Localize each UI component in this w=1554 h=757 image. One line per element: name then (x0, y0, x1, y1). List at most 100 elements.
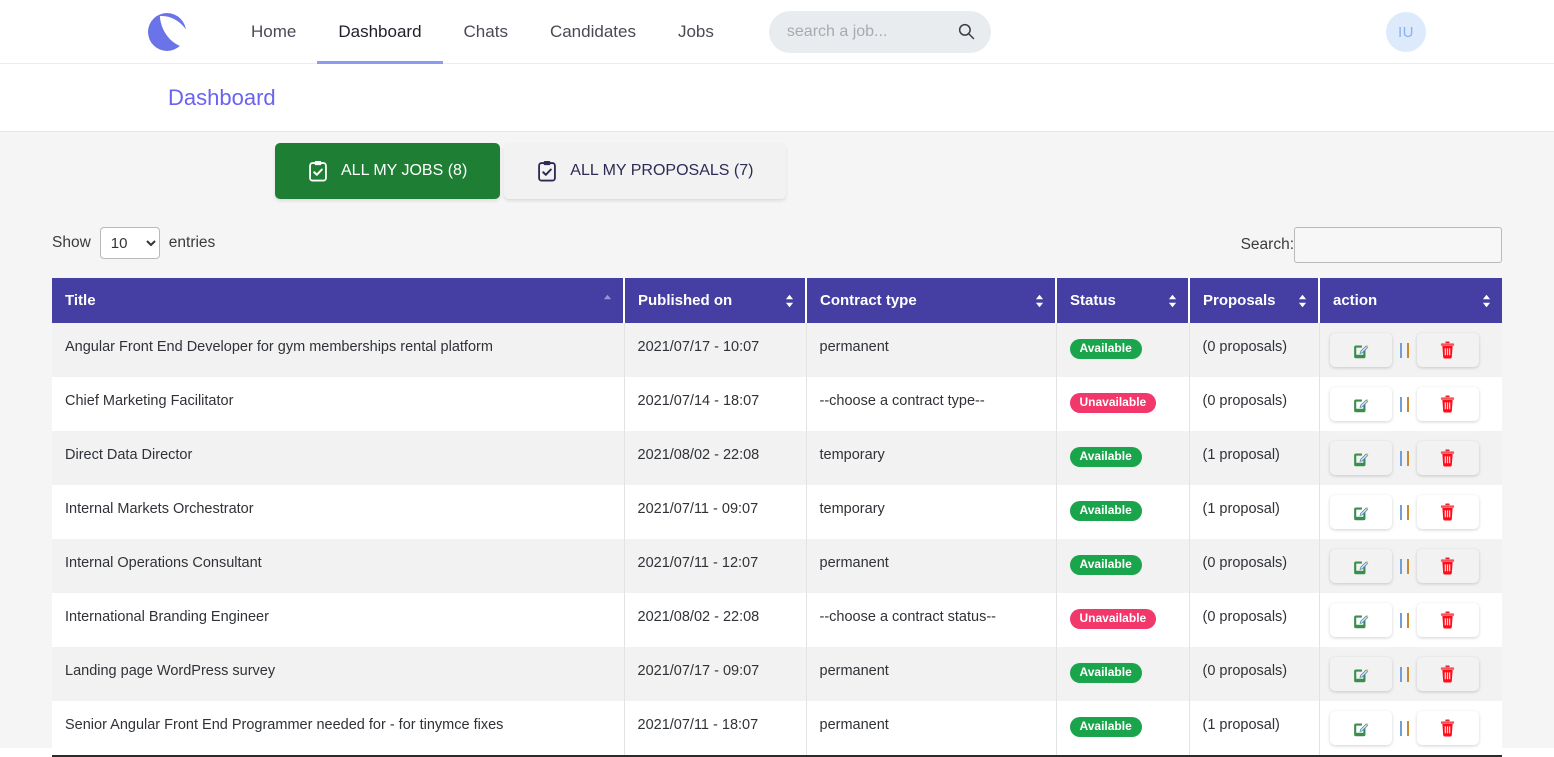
cell-actions (1319, 431, 1502, 485)
tab-all-my-proposals[interactable]: ALL MY PROPOSALS (7) (504, 143, 786, 199)
delete-job-button[interactable] (1417, 549, 1479, 583)
tab-label: ALL MY JOBS (8) (341, 162, 467, 180)
search-icon[interactable] (957, 22, 975, 40)
cell-title: Senior Angular Front End Programmer need… (52, 701, 624, 755)
cell-actions (1319, 647, 1502, 701)
tab-all-my-jobs[interactable]: ALL MY JOBS (8) (275, 143, 500, 199)
cell-actions (1319, 701, 1502, 755)
status-badge: Available (1070, 339, 1142, 359)
nav-label: Dashboard (338, 22, 421, 42)
row-action-group (1330, 711, 1490, 745)
cell-actions (1319, 485, 1502, 539)
edit-icon (1352, 450, 1369, 467)
navbar-search-input[interactable] (785, 22, 955, 42)
top-navbar: Home Dashboard Chats Candidates Jobs IU (0, 0, 1554, 64)
delete-job-button[interactable] (1417, 711, 1479, 745)
clipboard-check-icon (537, 160, 557, 182)
sort-both-icon[interactable] (785, 293, 794, 309)
avatar[interactable]: IU (1386, 12, 1426, 52)
cell-proposals: (0 proposals) (1189, 539, 1319, 593)
avatar-initials: IU (1398, 24, 1414, 41)
entries-label: entries (169, 234, 216, 252)
edit-job-button[interactable] (1330, 603, 1392, 637)
edit-icon (1352, 342, 1369, 359)
delete-job-button[interactable] (1417, 495, 1479, 529)
row-action-group (1330, 549, 1490, 583)
cell-published-on: 2021/07/17 - 10:07 (624, 323, 806, 377)
nav-label: Chats (464, 22, 508, 42)
column-header-proposals[interactable]: Proposals (1189, 278, 1319, 323)
cell-contract-type: permanent (806, 647, 1056, 701)
cell-contract-type: temporary (806, 431, 1056, 485)
table-row: Internal Markets Orchestrator2021/07/11 … (52, 485, 1502, 539)
column-header-title[interactable]: Title (52, 278, 624, 323)
cell-actions (1319, 539, 1502, 593)
nav-item-dashboard[interactable]: Dashboard (317, 0, 442, 64)
cell-status: Available (1056, 485, 1189, 539)
sort-asc-icon[interactable] (603, 293, 612, 309)
page-body: ALL MY JOBS (8) ALL MY PROPOSALS (7) Sho… (0, 132, 1554, 748)
main-nav: Home Dashboard Chats Candidates Jobs (230, 0, 735, 64)
status-badge: Unavailable (1070, 393, 1157, 413)
page-size-select[interactable]: 102550100 (100, 227, 160, 259)
edit-job-button[interactable] (1330, 657, 1392, 691)
edit-job-button[interactable] (1330, 711, 1392, 745)
edit-job-button[interactable] (1330, 495, 1392, 529)
cell-published-on: 2021/07/11 - 18:07 (624, 701, 806, 755)
column-header-action[interactable]: action (1319, 278, 1502, 323)
cell-status: Unavailable (1056, 593, 1189, 647)
delete-job-button[interactable] (1417, 441, 1479, 475)
edit-job-button[interactable] (1330, 441, 1392, 475)
jobs-table-body: Angular Front End Developer for gym memb… (52, 323, 1502, 755)
cell-actions (1319, 323, 1502, 377)
cell-proposals: (0 proposals) (1189, 323, 1319, 377)
nav-item-candidates[interactable]: Candidates (529, 0, 657, 64)
cell-published-on: 2021/07/11 - 12:07 (624, 539, 806, 593)
app-logo-icon[interactable] (148, 13, 186, 51)
cell-published-on: 2021/07/17 - 09:07 (624, 647, 806, 701)
tab-bar: ALL MY JOBS (8) ALL MY PROPOSALS (7) (0, 132, 1554, 199)
column-label: Published on (638, 292, 732, 309)
table-row: Landing page WordPress survey2021/07/17 … (52, 647, 1502, 701)
column-header-contract-type[interactable]: Contract type (806, 278, 1056, 323)
cell-status: Unavailable (1056, 377, 1189, 431)
cell-proposals: (1 proposal) (1189, 431, 1319, 485)
nav-item-jobs[interactable]: Jobs (657, 0, 735, 64)
edit-icon (1352, 396, 1369, 413)
delete-job-button[interactable] (1417, 657, 1479, 691)
status-badge: Available (1070, 555, 1142, 575)
nav-item-chats[interactable]: Chats (443, 0, 529, 64)
table-row: International Branding Engineer2021/08/0… (52, 593, 1502, 647)
action-separator (1400, 721, 1409, 736)
nav-item-home[interactable]: Home (230, 0, 317, 64)
sort-both-icon[interactable] (1035, 293, 1044, 309)
column-label: Title (65, 292, 96, 309)
row-action-group (1330, 603, 1490, 637)
column-header-published-on[interactable]: Published on (624, 278, 806, 323)
delete-job-button[interactable] (1417, 603, 1479, 637)
delete-job-button[interactable] (1417, 333, 1479, 367)
cell-proposals: (0 proposals) (1189, 593, 1319, 647)
edit-icon (1352, 720, 1369, 737)
sort-both-icon[interactable] (1168, 293, 1177, 309)
table-header-row: Title Published on Contract type (52, 278, 1502, 323)
edit-job-button[interactable] (1330, 549, 1392, 583)
delete-icon (1439, 341, 1456, 359)
edit-job-button[interactable] (1330, 387, 1392, 421)
nav-label: Home (251, 22, 296, 42)
column-header-status[interactable]: Status (1056, 278, 1189, 323)
column-label: action (1333, 292, 1377, 309)
cell-contract-type: --choose a contract type-- (806, 377, 1056, 431)
sort-both-icon[interactable] (1298, 293, 1307, 309)
table-search-input[interactable] (1294, 227, 1502, 263)
show-entries-control: Show 102550100 entries (52, 227, 215, 259)
delete-job-button[interactable] (1417, 387, 1479, 421)
status-badge: Available (1070, 663, 1142, 683)
cell-status: Available (1056, 431, 1189, 485)
delete-icon (1439, 665, 1456, 683)
navbar-search[interactable] (769, 11, 991, 53)
cell-status: Available (1056, 647, 1189, 701)
sort-both-icon[interactable] (1482, 293, 1491, 309)
table-row: Angular Front End Developer for gym memb… (52, 323, 1502, 377)
edit-job-button[interactable] (1330, 333, 1392, 367)
